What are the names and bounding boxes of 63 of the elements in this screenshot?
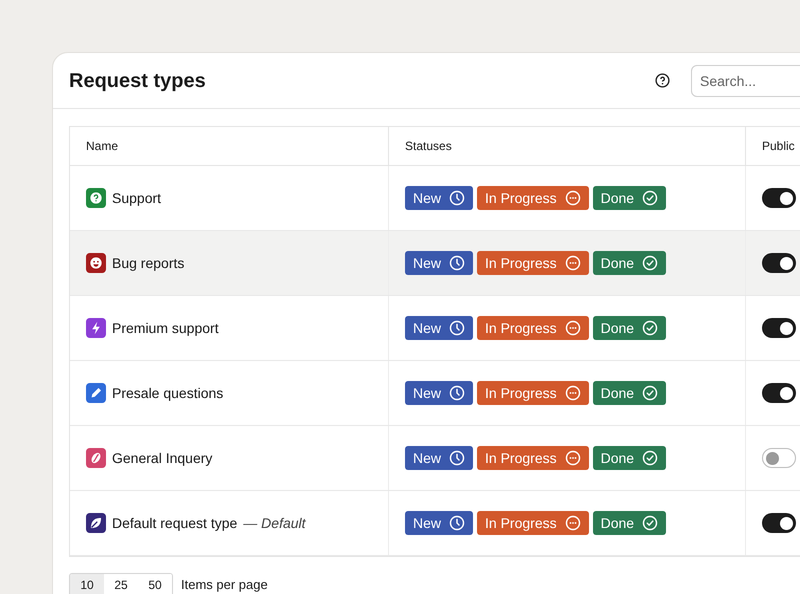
status-badge: New xyxy=(405,251,474,275)
help-icon[interactable] xyxy=(655,73,670,88)
dots-icon xyxy=(564,320,581,336)
status-badge: New xyxy=(405,446,474,470)
status-badge: New xyxy=(405,511,474,535)
public-toggle[interactable] xyxy=(762,188,796,208)
public-toggle[interactable] xyxy=(762,448,796,468)
status-badge: Done xyxy=(592,186,666,210)
request-type-name: Support xyxy=(112,188,162,208)
request-type-name: Premium support xyxy=(112,318,219,338)
dots-icon xyxy=(564,385,581,401)
check-icon xyxy=(642,320,658,336)
clock-icon xyxy=(449,320,466,336)
check-icon xyxy=(642,515,658,531)
dots-icon xyxy=(564,450,581,466)
status-badge: Done xyxy=(592,251,666,275)
dots-icon xyxy=(564,255,581,271)
check-icon xyxy=(642,385,658,401)
page-title: Request types xyxy=(69,68,206,94)
table-row[interactable]: Presale questions New In Progress Done xyxy=(70,361,800,426)
status-badge: In Progress xyxy=(477,251,589,275)
default-label: — Default xyxy=(243,514,306,532)
public-toggle[interactable] xyxy=(762,318,796,338)
table-row[interactable]: Support New In Progress Done xyxy=(70,166,800,231)
dots-icon xyxy=(564,515,581,531)
page-size-option[interactable]: 10 xyxy=(70,574,104,594)
status-badge: Done xyxy=(592,446,666,470)
clock-icon xyxy=(449,190,466,206)
status-badge: Done xyxy=(592,381,666,405)
column-header: Name xyxy=(70,127,389,165)
table-row[interactable]: Bug reports New In Progress Done xyxy=(70,231,800,296)
status-badge: In Progress xyxy=(477,186,589,210)
table-row[interactable]: Default request type — Default New In Progress Done xyxy=(70,491,800,556)
request-type-name: Presale questions xyxy=(112,384,224,403)
check-icon xyxy=(642,255,658,271)
clock-icon xyxy=(449,385,466,401)
search-field[interactable]: Search... xyxy=(691,64,800,96)
clock-icon xyxy=(449,450,466,466)
column-header: Public xyxy=(761,138,795,155)
status-badge: New xyxy=(405,381,474,405)
request-type-name: General Inquery xyxy=(112,448,212,468)
table-row[interactable]: General Inquery New In Progress Done xyxy=(70,426,800,491)
public-toggle[interactable] xyxy=(762,513,796,533)
public-toggle[interactable] xyxy=(762,383,796,403)
column-header: Statuses xyxy=(389,127,746,165)
dots-icon xyxy=(564,190,581,206)
table-row[interactable]: Premium support New In Progress Done xyxy=(70,296,800,361)
status-badge: New xyxy=(405,316,474,340)
request-type-name: Bug reports xyxy=(112,254,184,273)
items-per-page-label: Items per page xyxy=(181,576,268,594)
check-icon xyxy=(642,190,658,206)
status-badge: Done xyxy=(592,316,666,340)
status-badge: In Progress xyxy=(477,316,589,340)
status-badge: In Progress xyxy=(477,511,589,535)
public-toggle[interactable] xyxy=(762,253,796,273)
status-badge: In Progress xyxy=(477,381,589,405)
status-badge: Done xyxy=(592,511,666,535)
clock-icon xyxy=(449,255,466,271)
check-icon xyxy=(642,450,658,466)
request-type-name: Default request type xyxy=(112,514,238,533)
clock-icon xyxy=(449,515,466,531)
status-badge: New xyxy=(405,186,474,210)
status-badge: In Progress xyxy=(477,446,589,470)
